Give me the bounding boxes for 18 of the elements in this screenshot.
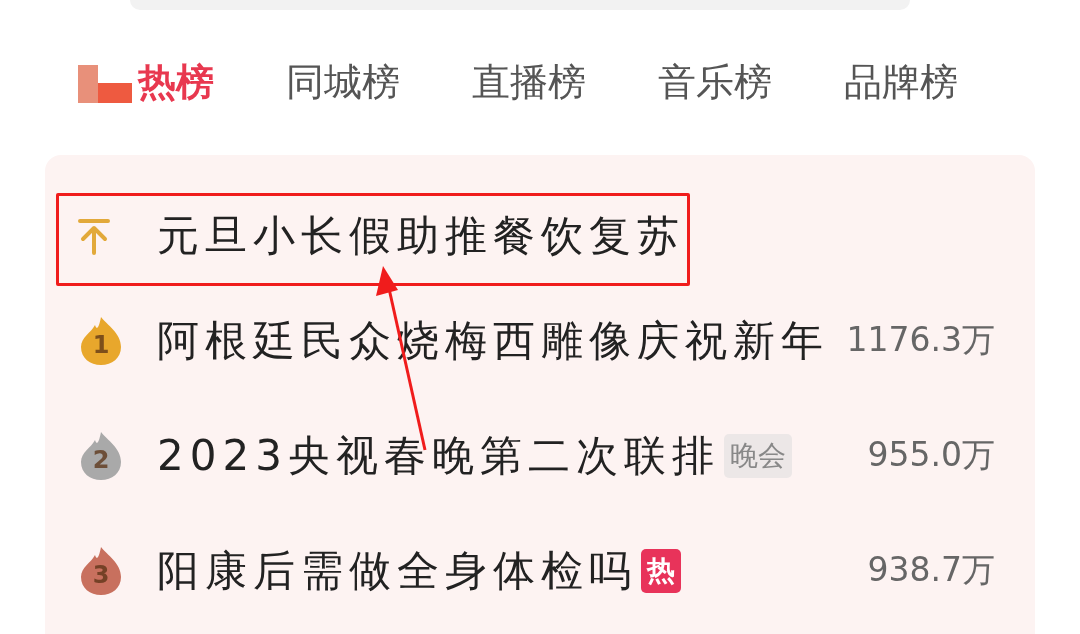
heat-value: 1176.3万	[846, 319, 995, 361]
rank-number: 1	[91, 330, 111, 359]
tab[interactable]: 直播榜	[472, 57, 586, 108]
topic-title: 元旦小长假助推餐饮复苏	[157, 209, 685, 262]
rank-number: 2	[91, 445, 111, 474]
rank-number: 3	[91, 560, 111, 589]
topic-title: 阳康后需做全身体检吗	[157, 544, 637, 597]
flag-icon	[78, 62, 134, 103]
topic-tag: 热	[641, 548, 681, 593]
heat-value: 955.0万	[867, 434, 995, 476]
tab[interactable]: 音乐榜	[658, 57, 772, 108]
topic-tag: 晚会	[723, 433, 792, 478]
tab[interactable]: 热榜	[78, 57, 214, 108]
pin-top-icon	[77, 216, 111, 255]
tab[interactable]: 同城榜	[286, 57, 400, 108]
tab[interactable]: 品牌榜	[844, 57, 958, 108]
topic-title: 2023央视春晚第二次联排	[157, 429, 720, 482]
heat-value: 938.7万	[867, 549, 995, 591]
